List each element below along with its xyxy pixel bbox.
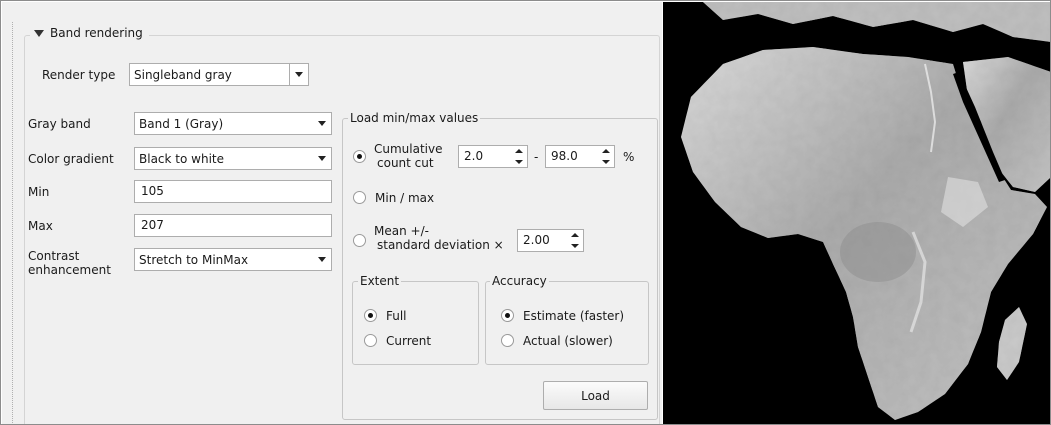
mean-std-radio[interactable] xyxy=(353,234,366,247)
std-dev-value: 2.00 xyxy=(523,233,550,247)
cumulative-from-spinbox[interactable]: 2.0 xyxy=(458,145,528,168)
gray-band-select[interactable]: Band 1 (Gray) xyxy=(134,112,332,135)
cumulative-from-value: 2.0 xyxy=(464,149,484,163)
color-gradient-select[interactable]: Black to white xyxy=(134,147,332,170)
chevron-down-icon[interactable] xyxy=(312,113,331,134)
extent-title: Extent xyxy=(358,274,402,288)
min-max-label: Min / max xyxy=(375,191,435,205)
spin-down-icon[interactable] xyxy=(597,157,614,168)
cumulative-label-line1: Cumulative xyxy=(374,142,443,156)
accuracy-actual-radio[interactable] xyxy=(501,334,514,347)
max-label: Max xyxy=(28,219,53,233)
accuracy-estimate-label: Estimate (faster) xyxy=(523,309,625,323)
color-gradient-label: Color gradient xyxy=(28,152,114,166)
mean-std-label-line1: Mean +/- xyxy=(374,224,429,238)
extent-current-radio[interactable] xyxy=(364,334,377,347)
collapse-triangle-icon[interactable] xyxy=(34,29,44,37)
cumulative-radio[interactable] xyxy=(353,150,366,163)
load-button-label: Load xyxy=(581,388,610,403)
contrast-enhancement-select[interactable]: Stretch to MinMax xyxy=(134,248,332,271)
map-canvas[interactable] xyxy=(663,2,1050,424)
panel-splitter-edge[interactable] xyxy=(12,22,13,424)
extent-full-label: Full xyxy=(386,309,407,323)
color-gradient-value: Black to white xyxy=(139,151,224,166)
max-input[interactable]: 207 xyxy=(134,214,332,237)
chevron-down-icon[interactable] xyxy=(312,148,331,169)
extent-current-label: Current xyxy=(386,334,432,348)
chevron-down-icon[interactable] xyxy=(289,64,308,85)
accuracy-actual-label: Actual (slower) xyxy=(523,334,613,348)
min-input[interactable]: 105 xyxy=(134,180,332,203)
layer-properties-panel: Band rendering Render type Singleband gr… xyxy=(2,2,662,424)
spin-up-icon[interactable] xyxy=(597,146,614,157)
extent-full-radio[interactable] xyxy=(364,309,377,322)
gray-band-value: Band 1 (Gray) xyxy=(139,116,224,131)
spin-down-icon[interactable] xyxy=(510,157,527,168)
percent-unit: % xyxy=(623,150,635,164)
accuracy-group xyxy=(485,281,649,365)
band-rendering-header[interactable]: Band rendering xyxy=(30,26,149,40)
cumulative-to-spinbox[interactable]: 98.0 xyxy=(545,145,615,168)
render-type-select[interactable]: Singleband gray xyxy=(129,63,309,86)
africa-dem-raster-icon xyxy=(681,2,1050,420)
contrast-enhancement-value: Stretch to MinMax xyxy=(139,252,249,267)
contrast-label-line1: Contrast xyxy=(28,249,80,263)
chevron-down-icon[interactable] xyxy=(312,249,331,270)
render-type-value: Singleband gray xyxy=(134,67,232,82)
cumulative-label-line2: count cut xyxy=(377,156,434,170)
min-label: Min xyxy=(28,185,50,199)
accuracy-estimate-radio[interactable] xyxy=(501,309,514,322)
extent-group xyxy=(352,281,479,365)
window-frame: Band rendering Render type Singleband gr… xyxy=(0,0,1051,425)
min-max-radio[interactable] xyxy=(353,191,366,204)
spin-up-icon[interactable] xyxy=(566,230,583,241)
std-dev-spinbox[interactable]: 2.00 xyxy=(517,229,584,252)
spin-up-icon[interactable] xyxy=(510,146,527,157)
render-type-label: Render type xyxy=(42,68,116,82)
contrast-label-line2: enhancement xyxy=(28,263,111,277)
gray-band-label: Gray band xyxy=(28,117,91,131)
cumulative-to-value: 98.0 xyxy=(551,149,578,163)
load-minmax-title: Load min/max values xyxy=(348,111,481,125)
band-rendering-title: Band rendering xyxy=(50,26,143,40)
load-button[interactable]: Load xyxy=(543,381,648,410)
mean-std-label-line2: standard deviation × xyxy=(377,238,504,252)
accuracy-title: Accuracy xyxy=(490,274,549,288)
range-dash: - xyxy=(534,150,539,164)
spin-down-icon[interactable] xyxy=(566,241,583,252)
